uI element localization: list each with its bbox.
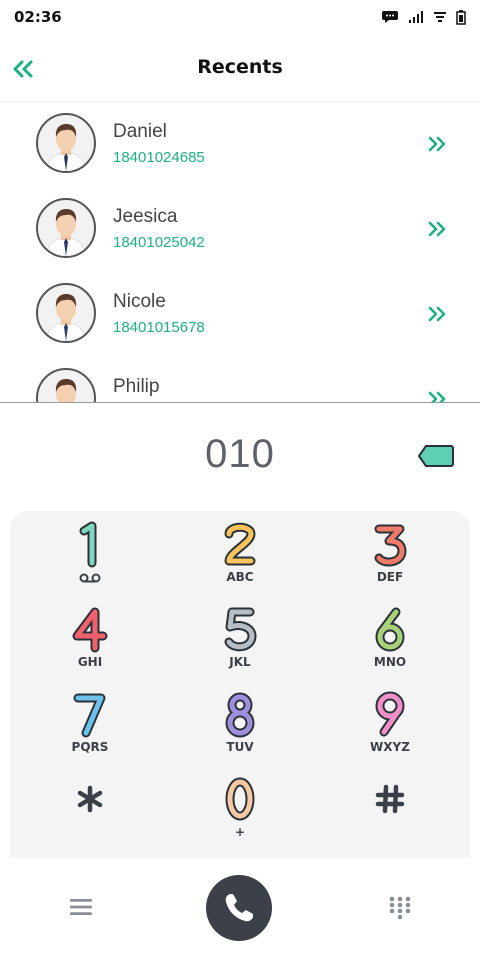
key-4-letters: GHI xyxy=(77,655,103,669)
status-time: 02:36 xyxy=(14,8,62,26)
key-9[interactable]: WXYZ xyxy=(315,683,465,767)
digit-5-glyph xyxy=(224,607,257,652)
key-hash[interactable] xyxy=(315,768,465,852)
digit-6-glyph xyxy=(375,607,405,652)
key-5-letters: JKL xyxy=(229,655,251,669)
contact-name: Jeesica xyxy=(113,206,178,227)
dialpad-icon[interactable] xyxy=(388,895,412,921)
status-icons xyxy=(381,9,466,25)
contact-name: Daniel xyxy=(113,121,167,142)
avatar xyxy=(36,113,96,173)
digit-4-glyph xyxy=(72,607,108,653)
contact-name: Philip xyxy=(113,376,160,397)
menu-icon[interactable] xyxy=(68,896,94,918)
recent-contact-row[interactable]: Nicole 18401015678 xyxy=(0,273,480,358)
key-1[interactable] xyxy=(15,513,165,597)
key-8-letters: TUV xyxy=(226,740,254,754)
recent-contact-row[interactable]: Philip xyxy=(0,358,480,402)
key-3[interactable]: DEF xyxy=(315,513,465,597)
key-5[interactable]: JKL xyxy=(165,598,315,682)
key-8[interactable]: TUV xyxy=(165,683,315,767)
status-bar: 02:36 xyxy=(0,0,480,34)
bottom-action-bar xyxy=(0,858,480,960)
avatar xyxy=(36,283,96,343)
contact-number: 18401024685 xyxy=(113,149,205,166)
key-9-letters: WXYZ xyxy=(370,740,410,754)
page-title: Recents xyxy=(197,56,283,78)
person-avatar-icon xyxy=(45,209,87,256)
call-detail-chevron-icon[interactable] xyxy=(426,388,448,402)
recent-contact-row[interactable]: Daniel 18401024685 xyxy=(0,103,480,188)
key-7[interactable]: PQRS xyxy=(15,683,165,767)
person-avatar-icon xyxy=(45,294,87,341)
asterisk-glyph xyxy=(77,785,103,813)
digit-3-glyph xyxy=(374,524,407,567)
key-0[interactable]: + xyxy=(165,768,315,852)
key-4[interactable]: GHI xyxy=(15,598,165,682)
voicemail-icon xyxy=(79,573,101,583)
key-6[interactable]: MNO xyxy=(315,598,465,682)
digit-7-glyph xyxy=(73,693,106,738)
key-2[interactable]: ABC xyxy=(165,513,315,597)
recents-list: Daniel 18401024685 Jeesica 18401025042 N… xyxy=(0,103,480,402)
key-7-letters: PQRS xyxy=(71,740,109,754)
contact-number: 18401015678 xyxy=(113,319,205,336)
key-2-letters: ABC xyxy=(226,570,254,584)
call-detail-chevron-icon[interactable] xyxy=(426,218,448,240)
wifi-icon xyxy=(434,12,446,22)
divider xyxy=(0,402,480,403)
key-0-plus: + xyxy=(234,825,246,839)
call-detail-chevron-icon[interactable] xyxy=(426,133,448,155)
notification-icon xyxy=(382,11,398,23)
battery-icon xyxy=(456,9,466,25)
key-star[interactable] xyxy=(15,768,165,852)
person-avatar-icon xyxy=(55,379,77,402)
digit-8-glyph xyxy=(225,692,255,738)
digit-0-glyph xyxy=(225,777,255,821)
digit-9-glyph xyxy=(375,691,405,737)
digit-1-glyph xyxy=(79,521,97,568)
call-button[interactable] xyxy=(206,875,272,941)
call-detail-chevron-icon[interactable] xyxy=(426,303,448,325)
key-6-letters: MNO xyxy=(373,655,407,669)
app-bar: Recents xyxy=(0,34,480,102)
digit-2-glyph xyxy=(224,522,256,566)
key-3-letters: DEF xyxy=(376,570,404,584)
contact-name: Nicole xyxy=(113,291,166,312)
backspace-icon[interactable] xyxy=(417,444,455,468)
phone-icon xyxy=(225,894,253,922)
dial-keypad: ABC DEF GHI JKL MNO PQRS TUV WXYZ + xyxy=(10,511,470,858)
recent-contact-row[interactable]: Jeesica 18401025042 xyxy=(0,188,480,273)
hash-glyph xyxy=(375,784,405,814)
avatar xyxy=(36,368,96,402)
signal-icon xyxy=(409,11,423,23)
avatar xyxy=(36,198,96,258)
person-avatar-icon xyxy=(45,124,87,171)
dialed-number-input[interactable]: 010 xyxy=(0,432,480,477)
contact-number: 18401025042 xyxy=(113,234,205,251)
